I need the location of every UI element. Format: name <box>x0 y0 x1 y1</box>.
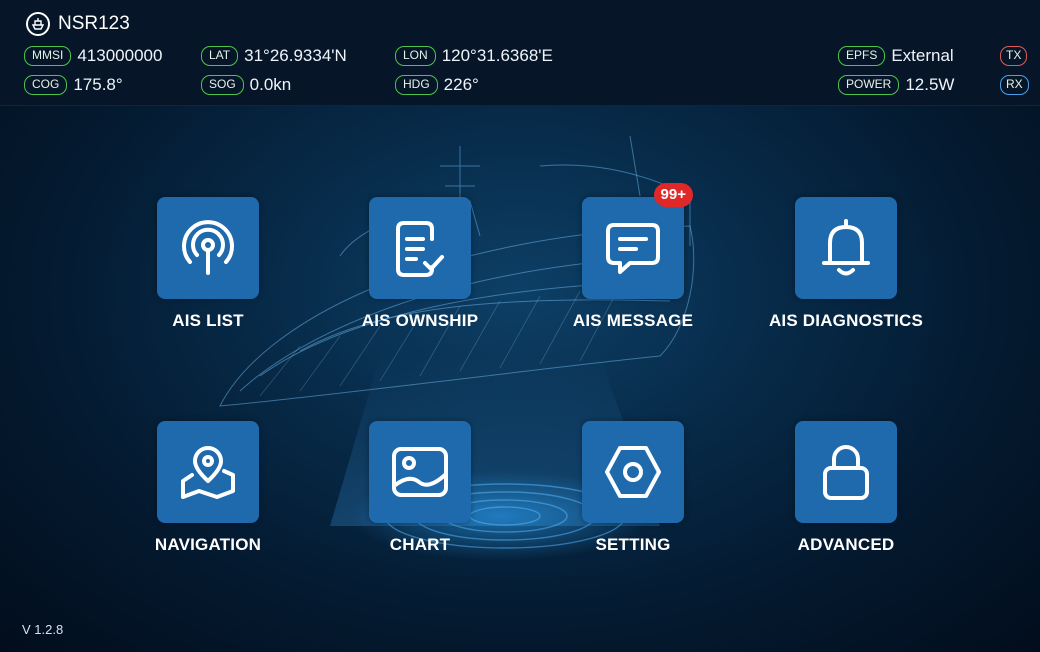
home-screen: NSR123 MMSI 413000000 LAT 31°26.9334'N L… <box>0 0 1040 652</box>
unread-count-badge: 99+ <box>653 183 693 207</box>
cog-tag: COG <box>24 75 68 95</box>
tile-ais-ownship[interactable]: AIS OWNSHIP <box>330 197 510 357</box>
lon-field: LON 120°31.6368'E <box>395 46 553 66</box>
ais-diagnostics-button[interactable] <box>795 197 897 299</box>
tile-chart[interactable]: CHART <box>330 421 510 581</box>
lat-field: LAT 31°26.9334'N <box>201 46 347 66</box>
sog-tag: SOG <box>201 75 244 95</box>
epfs-field: EPFS External <box>838 46 954 66</box>
map-pin-icon <box>181 446 235 499</box>
chart-button[interactable] <box>369 421 471 523</box>
tile-ais-list[interactable]: AIS LIST <box>118 197 298 357</box>
chart-label: CHART <box>389 535 451 554</box>
mmsi-tag: MMSI <box>24 46 72 66</box>
ais-diagnostics-label: AIS DIAGNOSTICS <box>768 311 924 330</box>
mmsi-value: 413000000 <box>77 46 163 65</box>
lon-tag: LON <box>395 46 436 66</box>
ais-message-label: AIS MESSAGE <box>572 311 694 330</box>
image-icon <box>392 447 448 497</box>
ship-icon <box>26 12 50 36</box>
tile-navigation[interactable]: NAVIGATION <box>118 421 298 581</box>
lat-tag: LAT <box>201 46 239 66</box>
rx-indicator: RX <box>1000 75 1029 95</box>
navigation-button[interactable] <box>157 421 259 523</box>
ais-list-label: AIS LIST <box>172 311 244 330</box>
lock-icon <box>823 445 869 500</box>
mmsi-field: MMSI 413000000 <box>24 46 162 66</box>
navigation-label: NAVIGATION <box>154 535 262 554</box>
ais-ownship-label: AIS OWNSHIP <box>361 311 479 330</box>
ais-ownship-button[interactable] <box>369 197 471 299</box>
setting-button[interactable] <box>582 421 684 523</box>
antenna-icon <box>182 220 234 275</box>
bell-icon <box>822 219 870 276</box>
tx-indicator: TX <box>1000 46 1028 66</box>
hdg-field: HDG 226° <box>395 75 479 95</box>
hexagon-settings-icon <box>605 446 661 498</box>
lon-value: 120°31.6368'E <box>441 46 553 65</box>
advanced-label: ADVANCED <box>797 535 895 554</box>
tile-setting[interactable]: SETTING <box>543 421 723 581</box>
power-field: POWER 12.5W <box>838 75 954 95</box>
message-icon <box>606 223 660 274</box>
tx-tag: TX <box>1000 46 1028 66</box>
rx-tag: RX <box>1000 75 1029 95</box>
setting-label: SETTING <box>595 535 671 554</box>
lat-value: 31°26.9334'N <box>244 46 347 65</box>
vessel-name: NSR123 <box>26 12 130 36</box>
power-value: 12.5W <box>905 75 955 94</box>
sog-value: 0.0kn <box>249 75 292 94</box>
status-bar: NSR123 MMSI 413000000 LAT 31°26.9334'N L… <box>0 0 1040 106</box>
sog-field: SOG 0.0kn <box>201 75 291 95</box>
tile-advanced[interactable]: ADVANCED <box>756 421 936 581</box>
version-label: V 1.2.8 <box>22 622 64 637</box>
power-tag: POWER <box>838 75 900 95</box>
advanced-button[interactable] <box>795 421 897 523</box>
document-check-icon <box>396 221 444 277</box>
ais-message-button[interactable] <box>582 197 684 299</box>
hdg-value: 226° <box>443 75 479 94</box>
epfs-tag: EPFS <box>838 46 886 66</box>
cog-value: 175.8° <box>73 75 123 94</box>
epfs-value: External <box>891 46 954 65</box>
ais-list-button[interactable] <box>157 197 259 299</box>
cog-field: COG 175.8° <box>24 75 123 95</box>
hdg-tag: HDG <box>395 75 438 95</box>
tile-ais-message[interactable]: 99+ AIS MESSAGE <box>543 183 723 357</box>
tile-ais-diagnostics[interactable]: AIS DIAGNOSTICS <box>756 197 936 357</box>
vessel-name-text: NSR123 <box>58 13 130 34</box>
